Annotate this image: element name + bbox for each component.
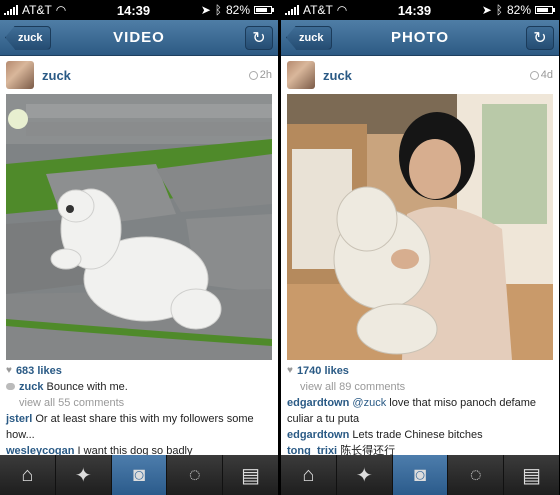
post-time: 2h: [248, 69, 272, 81]
location-icon: ➤: [200, 3, 211, 17]
home-icon: ⌂: [302, 463, 315, 486]
comment-item: jsterl Or at least share this with my fo…: [6, 411, 272, 443]
tab-bar: ⌂ ✦ ◙ ◌ ▤: [0, 455, 278, 495]
back-button[interactable]: zuck: [286, 25, 333, 50]
likes-count[interactable]: 683 likes: [16, 363, 62, 379]
likes-count[interactable]: 1740 likes: [297, 363, 349, 379]
post-header: zuck 4d: [281, 56, 559, 94]
status-bar: AT&T ◠ 14:39 ➤ ᛒ 82%: [0, 0, 278, 20]
screens: AT&T ◠ 14:39 ➤ ᛒ 82% zuck VIDEO ↻ zuck 2…: [0, 0, 560, 495]
camera-icon: ◙: [132, 463, 146, 486]
avatar[interactable]: [287, 61, 315, 89]
profile-icon: ▤: [522, 464, 542, 487]
profile-tab[interactable]: ▤: [504, 455, 559, 495]
battery-icon: [254, 6, 274, 14]
view-all-comments[interactable]: view all 55 comments: [19, 395, 124, 411]
post-time: 4d: [529, 69, 553, 81]
video-screen: AT&T ◠ 14:39 ➤ ᛒ 82% zuck VIDEO ↻ zuck 2…: [0, 0, 278, 495]
explore-icon: ✦: [355, 464, 373, 487]
navigation-bar: zuck PHOTO ↻: [281, 20, 559, 56]
explore-tab[interactable]: ✦: [337, 455, 393, 495]
caption-user[interactable]: zuck: [19, 381, 43, 393]
wifi-icon: ◠: [55, 3, 67, 17]
home-icon: ⌂: [21, 463, 34, 486]
clock-icon: [248, 70, 258, 80]
battery-icon: [535, 6, 555, 14]
clock-icon: [529, 70, 539, 80]
view-all-comments[interactable]: view all 89 comments: [300, 379, 405, 395]
status-time: 14:39: [397, 2, 432, 18]
bluetooth-icon: ᛒ: [214, 3, 222, 17]
refresh-button[interactable]: ↻: [526, 25, 554, 50]
status-time: 14:39: [116, 2, 151, 18]
battery-percent: 82%: [225, 3, 250, 17]
status-bar: AT&T ◠ 14:39 ➤ ᛒ 82%: [281, 0, 559, 20]
profile-tab[interactable]: ▤: [223, 455, 278, 495]
carrier: AT&T: [22, 3, 52, 17]
photo-screen: AT&T ◠ 14:39 ➤ ᛒ 82% zuck PHOTO ↻ zuck 4…: [281, 0, 559, 495]
comment-mention[interactable]: @zuck: [352, 397, 386, 409]
post-meta: ♥ 1740 likes view all 89 comments edgardt…: [281, 360, 559, 462]
explore-tab[interactable]: ✦: [56, 455, 112, 495]
post-username[interactable]: zuck: [42, 68, 71, 83]
comment-item: edgardtown @zuck love that miso panoch d…: [287, 395, 553, 427]
comment-user[interactable]: jsterl: [6, 413, 32, 425]
camera-tab[interactable]: ◙: [111, 455, 168, 495]
post-header: zuck 2h: [0, 56, 278, 94]
bluetooth-icon: ᛒ: [495, 3, 503, 17]
profile-icon: ▤: [241, 464, 261, 487]
post-time-label: 2h: [259, 69, 272, 81]
comment-item: edgardtown Lets trade Chinese bitches: [287, 427, 553, 443]
home-tab[interactable]: ⌂: [0, 455, 56, 495]
camera-icon: ◙: [413, 463, 427, 486]
home-tab[interactable]: ⌂: [281, 455, 337, 495]
signal-icon: [4, 5, 18, 15]
caption-text: Bounce with me.: [46, 381, 128, 393]
post-photo[interactable]: [287, 94, 553, 360]
comment-user[interactable]: edgardtown: [287, 397, 349, 409]
refresh-icon: ↻: [252, 29, 266, 47]
post-username[interactable]: zuck: [323, 68, 352, 83]
carrier: AT&T: [303, 3, 333, 17]
location-icon: ➤: [481, 3, 492, 17]
signal-icon: [285, 5, 299, 15]
battery-percent: 82%: [506, 3, 531, 17]
wifi-icon: ◠: [336, 3, 348, 17]
refresh-button[interactable]: ↻: [245, 25, 273, 50]
comment-text: Lets trade Chinese bitches: [352, 429, 483, 441]
news-icon: ◌: [469, 463, 482, 486]
post-time-label: 4d: [540, 69, 553, 81]
navigation-bar: zuck VIDEO ↻: [0, 20, 278, 56]
refresh-icon: ↻: [533, 29, 547, 47]
tab-bar: ⌂ ✦ ◙ ◌ ▤: [281, 455, 559, 495]
avatar[interactable]: [6, 61, 34, 89]
comment-text: Or at least share this with my followers…: [6, 413, 254, 441]
comment-icon: [6, 383, 15, 390]
heart-icon: ♥: [287, 365, 293, 376]
heart-icon: ♥: [6, 365, 12, 376]
back-button[interactable]: zuck: [5, 25, 52, 50]
news-tab[interactable]: ◌: [448, 455, 505, 495]
explore-icon: ✦: [74, 464, 92, 487]
post-video[interactable]: [6, 94, 272, 360]
news-tab[interactable]: ◌: [167, 455, 224, 495]
post-meta: ♥ 683 likes zuck Bounce with me. view all…: [0, 360, 278, 462]
news-icon: ◌: [188, 463, 201, 486]
comment-user[interactable]: edgardtown: [287, 429, 349, 441]
camera-tab[interactable]: ◙: [392, 455, 449, 495]
